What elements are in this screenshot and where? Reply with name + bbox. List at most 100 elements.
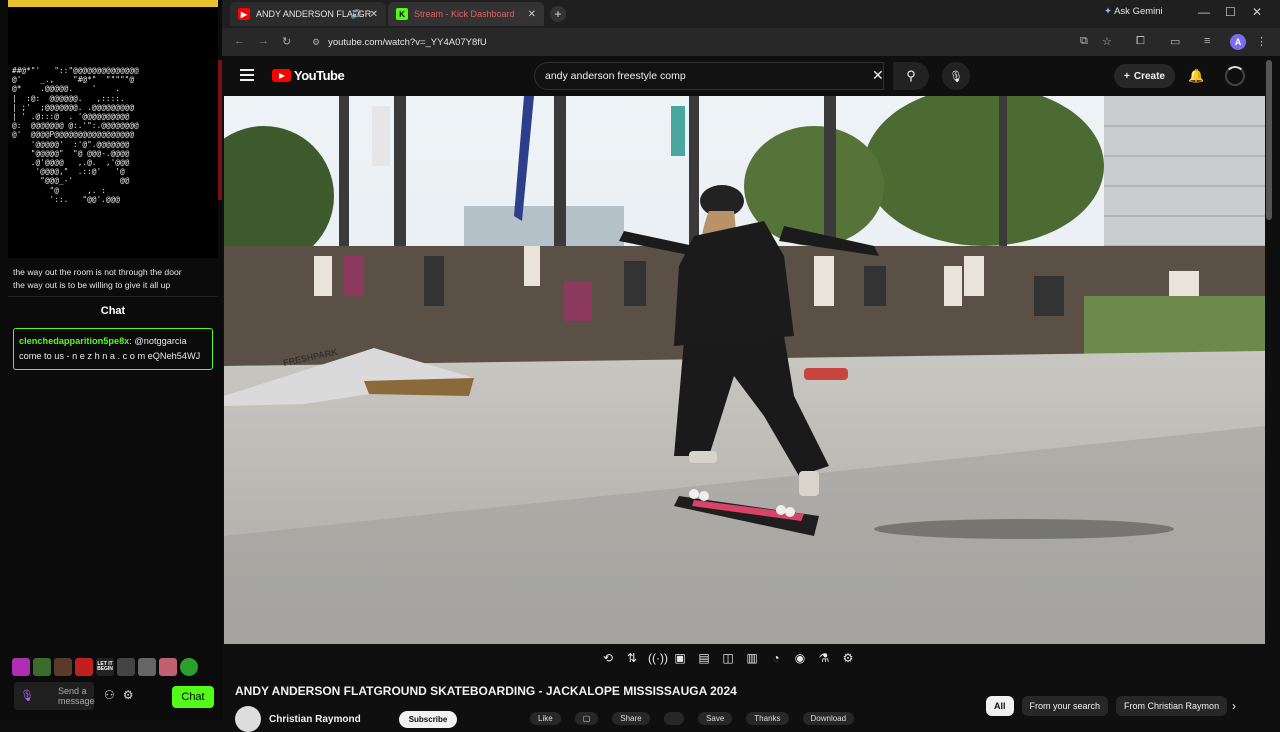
emote-icon[interactable]: [54, 658, 72, 676]
media-icon[interactable]: ≡: [1204, 35, 1210, 47]
kick-favicon-icon: K: [396, 8, 408, 20]
emote-icon[interactable]: LET IT BEGIN: [96, 658, 114, 676]
video-player[interactable]: FRESHPARK: [224, 96, 1265, 644]
emote-icon[interactable]: [138, 658, 156, 676]
dislike-button[interactable]: ▢: [574, 712, 599, 725]
chat-username[interactable]: clenchedapparition5pe8x: [19, 336, 129, 346]
emote-icon[interactable]: [180, 658, 198, 676]
subtitles-icon[interactable]: ▥: [744, 651, 760, 665]
chat-header: Chat: [8, 296, 218, 324]
reload-icon[interactable]: ↻: [282, 35, 291, 48]
emote-icon[interactable]: [117, 658, 135, 676]
microphone-icon[interactable]: 🎙: [20, 689, 34, 703]
speed-icon[interactable]: ◔: [768, 651, 784, 665]
tab-youtube[interactable]: ▶ ANDY ANDERSON FLATGR 🔊 ✕: [230, 2, 386, 26]
picture-icon[interactable]: ◫: [720, 651, 736, 665]
emote-icon[interactable]: [75, 658, 93, 676]
audio-icon[interactable]: 🔊: [351, 9, 362, 20]
gear-icon[interactable]: ⚙: [840, 651, 856, 665]
forward-icon[interactable]: →: [258, 35, 269, 47]
emote-icon[interactable]: [159, 658, 177, 676]
create-label: Create: [1133, 70, 1165, 82]
screenshot-icon[interactable]: ◉: [792, 651, 808, 665]
install-icon[interactable]: ⧉: [1080, 35, 1088, 48]
site-info-icon[interactable]: ⚙: [312, 37, 320, 48]
channel-name[interactable]: Christian Raymond: [269, 714, 361, 725]
search-button[interactable]: ⚲: [893, 62, 929, 90]
stream-overlay-panel: ##@*"' "::"@@@@@@@@@@@@@@ @' _., "#@*" "…: [0, 0, 222, 720]
notifications-bell-icon[interactable]: 🔔: [1188, 68, 1204, 84]
sort-icon[interactable]: ⇅: [624, 651, 640, 665]
save-button[interactable]: Save: [698, 712, 733, 725]
like-button[interactable]: Like: [530, 712, 561, 725]
menu-icon[interactable]: [240, 69, 254, 84]
poem-text: the way out the room is not through the …: [13, 266, 219, 291]
users-icon[interactable]: ⚇: [104, 688, 115, 702]
browser-address-bar: ← → ↻ ⚙ youtube.com/watch?v=_YY4A07Y8fU …: [222, 28, 1280, 56]
chat-tools: ⚇ ⚙: [104, 688, 134, 702]
tab-kick[interactable]: K Stream - Kick Dashboard ✕: [388, 2, 544, 26]
ask-gemini-button[interactable]: ✦ Ask Gemini: [1104, 6, 1163, 17]
video-frame: FRESHPARK: [224, 96, 1265, 644]
close-icon[interactable]: ✕: [370, 9, 378, 20]
poem-line: the way out the room is not through the …: [13, 267, 182, 277]
subscribe-button[interactable]: Subscribe: [398, 710, 458, 728]
youtube-play-icon: [272, 69, 291, 82]
url-text: youtube.com/watch?v=_YY4A07Y8fU: [328, 36, 487, 48]
broadcast-icon[interactable]: ((·)): [648, 651, 668, 665]
download-button[interactable]: Download: [802, 712, 855, 725]
emote-icon[interactable]: [12, 658, 30, 676]
chat-message-body: come to us - n e z h n a . c o m eQNeh54…: [19, 351, 201, 361]
chevron-right-icon[interactable]: ›: [1232, 699, 1236, 713]
search-query: andy anderson freestyle comp: [545, 70, 686, 82]
tab-title: Stream - Kick Dashboard: [414, 9, 515, 19]
chat-message: clenchedapparition5pe8x: @notggarcia com…: [13, 328, 213, 370]
video-title: ANDY ANDERSON FLATGROUND SKATEBOARDING -…: [235, 684, 737, 698]
flask-icon[interactable]: ⚗: [816, 651, 832, 665]
share-button[interactable]: Share: [612, 712, 650, 725]
voice-search-button[interactable]: 🎙: [942, 62, 970, 90]
page-scrollbar[interactable]: [1266, 60, 1272, 220]
channel-row: Christian Raymond Subscribe: [235, 706, 458, 732]
youtube-header: YouTube andy anderson freestyle comp ✕ ⚲…: [222, 56, 1280, 96]
ascii-art-panel: ##@*"' "::"@@@@@@@@@@@@@@ @' _., "#@*" "…: [8, 8, 218, 258]
bookmark-star-icon[interactable]: ☆: [1102, 35, 1112, 48]
youtube-favicon-icon: ▶: [238, 8, 250, 20]
thanks-button[interactable]: Thanks: [746, 712, 789, 725]
stats-icon[interactable]: ▣: [672, 651, 688, 665]
back-icon[interactable]: ←: [234, 35, 245, 47]
chip-all[interactable]: All: [986, 696, 1014, 716]
chip-from-channel[interactable]: From Christian Raymon: [1116, 696, 1228, 716]
create-button[interactable]: + Create: [1114, 64, 1175, 88]
channel-avatar[interactable]: [235, 706, 261, 732]
chip-from-search[interactable]: From your search: [1021, 696, 1109, 716]
loop-icon[interactable]: ⟲: [600, 651, 616, 665]
recommendation-chips: All From your search From Christian Raym…: [986, 696, 1228, 716]
youtube-logo[interactable]: YouTube: [272, 68, 345, 83]
poem-line: the way out is to be willing to give it …: [13, 279, 171, 290]
settings-icon[interactable]: ⚙: [123, 688, 134, 702]
url-field[interactable]: ⚙ youtube.com/watch?v=_YY4A07Y8fU: [304, 32, 1084, 52]
cast-icon[interactable]: ▭: [1170, 35, 1180, 48]
video-actions: Like ▢ Share Save Thanks Download: [530, 712, 855, 725]
microphone-icon: 🎙: [949, 70, 963, 83]
chat-input[interactable]: 🎙 Send a message: [14, 682, 95, 710]
clapper-icon[interactable]: ▤: [696, 651, 712, 665]
chat-mention: : @notggarcia: [129, 336, 187, 346]
emote-icon[interactable]: [33, 658, 51, 676]
emote-bar: LET IT BEGIN: [12, 658, 198, 676]
clear-search-icon[interactable]: ✕: [872, 67, 884, 84]
new-tab-button[interactable]: +: [550, 6, 566, 22]
profile-avatar[interactable]: A: [1230, 34, 1246, 50]
minimize-icon[interactable]: —: [1198, 5, 1210, 19]
search-input[interactable]: andy anderson freestyle comp: [534, 62, 884, 90]
youtube-logo-text: YouTube: [294, 68, 345, 83]
close-icon[interactable]: ✕: [528, 9, 536, 20]
more-action-button[interactable]: [663, 712, 685, 725]
more-vertical-icon[interactable]: ⋮: [1256, 35, 1267, 48]
extensions-icon[interactable]: ⧠: [1136, 35, 1145, 48]
window-close-icon[interactable]: ✕: [1252, 5, 1262, 19]
maximize-icon[interactable]: ☐: [1225, 5, 1236, 19]
account-avatar[interactable]: [1225, 66, 1245, 86]
chat-send-button[interactable]: Chat: [172, 686, 214, 708]
